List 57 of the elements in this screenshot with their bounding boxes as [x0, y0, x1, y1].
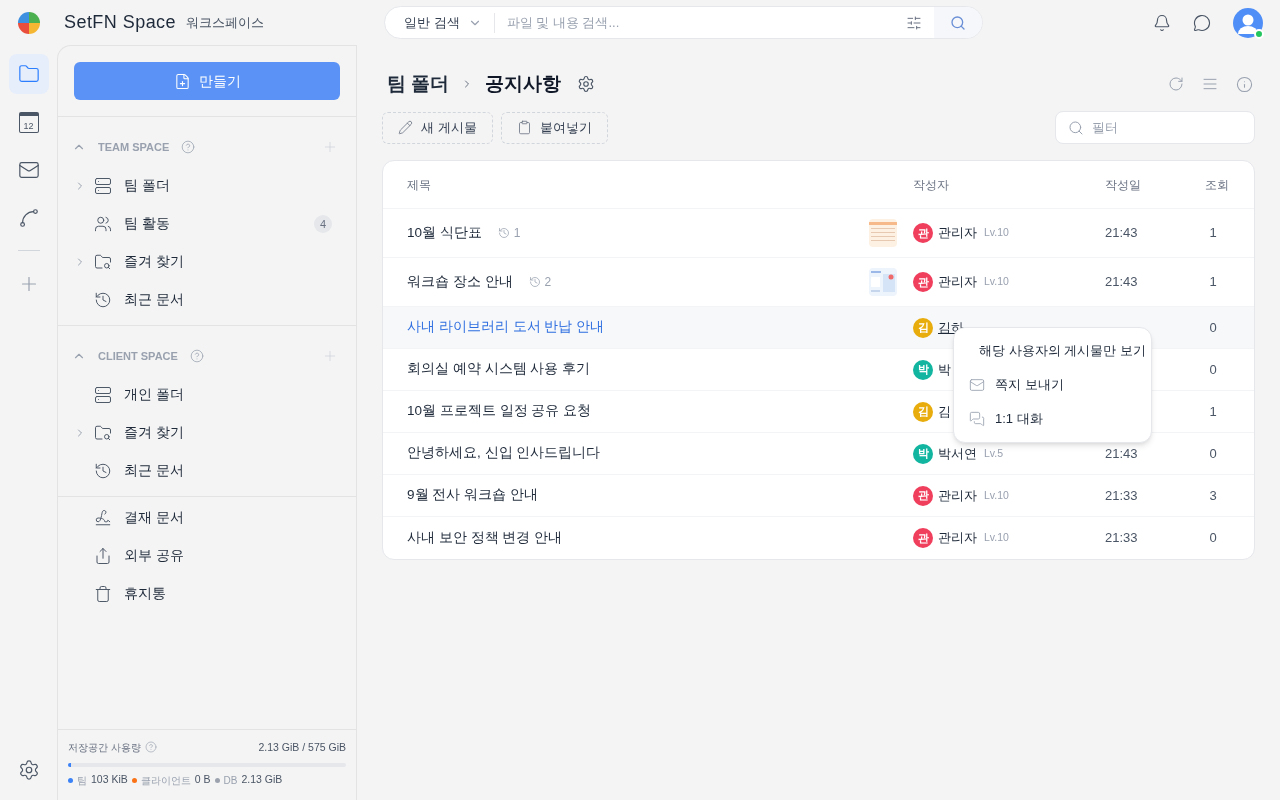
item-label: 최근 문서 [124, 290, 184, 309]
item-label: 팀 활동 [124, 214, 170, 233]
view-count: 0 [1208, 529, 1218, 548]
column-header: 작성일 [1105, 176, 1142, 194]
item-label: 결재 문서 [124, 508, 184, 527]
revision-count: 2 [544, 274, 552, 291]
calendar-icon: 12 [18, 111, 39, 133]
post-date: 21:43 [1105, 273, 1139, 292]
author-avatar: 김 [913, 401, 933, 422]
column-header: 제목 [406, 176, 432, 194]
item-label: 팀 폴더 [124, 176, 170, 195]
item-label: 휴지통 [124, 584, 166, 603]
post-date: 21:33 [1105, 529, 1139, 548]
item-label: 즐겨 찾기 [124, 423, 184, 442]
legend-label: DB [223, 773, 238, 788]
author-level: Lv.10 [984, 225, 1009, 241]
legend-value: 2.13 GiB [241, 772, 283, 788]
item-label: 외부 공유 [124, 546, 184, 565]
item-label: 최근 문서 [124, 461, 184, 480]
section-title: CLIENT SPACE [98, 348, 178, 364]
storage-total: 2.13 GiB / 575 GiB [258, 739, 346, 755]
page-title: 공지사항 [485, 71, 562, 96]
section-title: TEAM SPACE [98, 139, 170, 155]
revision-count: 1 [513, 225, 521, 242]
legend-value: 0 B [194, 772, 211, 788]
item-label: 개인 폴더 [124, 385, 184, 404]
workspace-label: 워크스페이스 [186, 13, 264, 32]
view-count: 1 [1208, 273, 1218, 292]
author-avatar: 관 [913, 223, 933, 243]
author-avatar: 관 [913, 528, 933, 548]
brand-name: SetFN Space [64, 11, 176, 34]
post-date: 21:43 [1105, 224, 1139, 243]
post-date: 21:43 [1105, 444, 1139, 463]
author-level: Lv.10 [984, 274, 1009, 290]
view-count: 0 [1208, 318, 1218, 337]
author-avatar: 김 [913, 317, 933, 338]
view-count: 3 [1208, 486, 1218, 505]
author-level: Lv.10 [984, 530, 1009, 546]
legend-label: 클라이언트 [140, 773, 191, 788]
legend-value: 103 KiB [91, 772, 128, 788]
legend-label: 팀 [77, 773, 87, 788]
author-level: Lv.10 [984, 487, 1009, 503]
author-avatar: 관 [913, 485, 933, 506]
author-avatar: 박 [913, 359, 933, 380]
author-avatar: 관 [913, 272, 933, 292]
author-level: Lv.5 [984, 445, 1004, 461]
count-badge: 4 [314, 215, 332, 233]
item-label: 즐겨 찾기 [124, 252, 184, 271]
view-count: 0 [1208, 360, 1218, 379]
author-avatar: 박 [913, 443, 933, 464]
view-count: 1 [1208, 224, 1218, 243]
column-header: 작성자 [913, 176, 950, 194]
post-date: 21:33 [1105, 486, 1139, 505]
view-count: 0 [1208, 444, 1218, 463]
view-count: 1 [1208, 402, 1218, 421]
column-header: 조회 [1205, 176, 1229, 194]
storage-label: 저장공간 사용량 [68, 740, 141, 755]
